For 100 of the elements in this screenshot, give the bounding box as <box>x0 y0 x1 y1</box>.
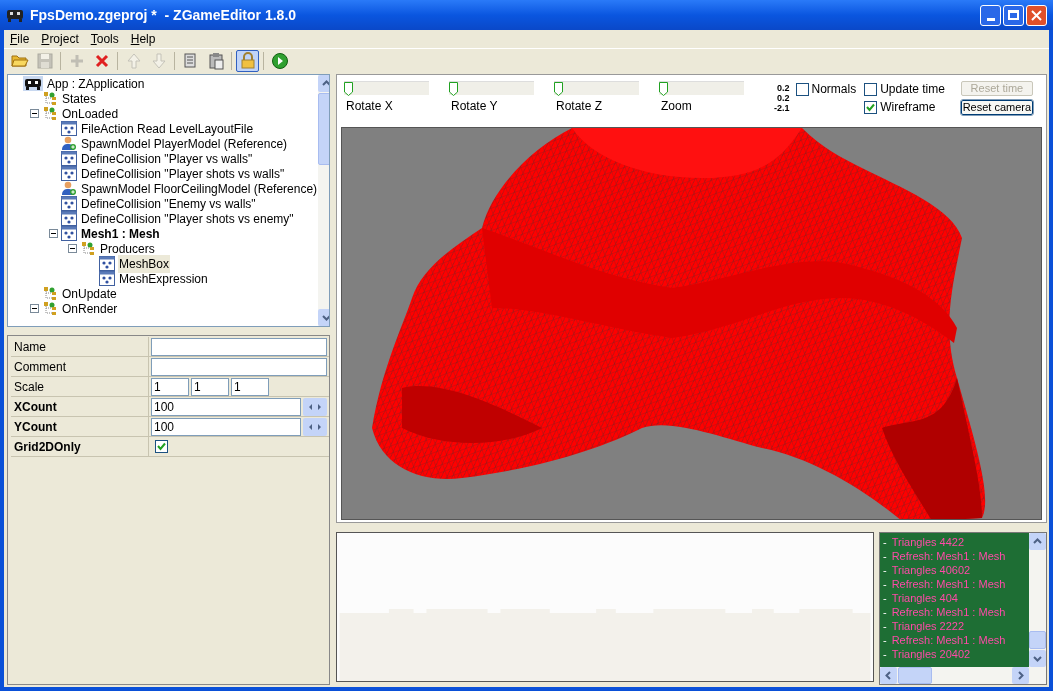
collapse-icon[interactable] <box>30 109 39 118</box>
checkbox-option[interactable]: Wireframe <box>864 99 945 115</box>
hierarchy-icon <box>42 91 58 106</box>
collapse-icon[interactable] <box>30 304 39 313</box>
slider-thumb[interactable] <box>659 82 668 96</box>
log-line: Triangles 40602 <box>891 563 971 577</box>
component-icon <box>61 166 77 181</box>
component-icon <box>61 196 77 211</box>
log-line: Triangles 404 <box>891 591 958 605</box>
collapse-icon[interactable] <box>68 244 77 253</box>
log-line: Triangles 20402 <box>891 647 971 661</box>
checkbox-option[interactable]: Normals <box>795 81 857 97</box>
vertical-scrollbar[interactable] <box>1029 533 1046 667</box>
horizontal-scrollbar[interactable] <box>880 667 1046 684</box>
bullet: - <box>883 647 887 661</box>
slider[interactable] <box>659 81 744 95</box>
checkbox[interactable] <box>795 82 809 96</box>
tree-item[interactable]: OnUpdate <box>61 284 118 303</box>
component-icon <box>61 151 77 166</box>
clipboard-icon <box>206 52 225 70</box>
scroll-thumb[interactable] <box>1029 631 1046 649</box>
scroll-thumb[interactable] <box>898 667 932 684</box>
input-field[interactable]: 1 <box>191 377 229 396</box>
tree-item[interactable]: App : ZApplication <box>46 75 146 93</box>
bullet: - <box>883 577 887 591</box>
bullet: - <box>883 633 887 647</box>
bullet: - <box>883 535 887 549</box>
log-line: Refresh: Mesh1 : Mesh <box>891 605 1006 619</box>
slider-label: Rotate Y <box>450 98 499 115</box>
scroll-right-button[interactable] <box>1012 667 1029 684</box>
log-line: Refresh: Mesh1 : Mesh <box>891 633 1006 647</box>
log-line: Refresh: Mesh1 : Mesh <box>891 549 1006 563</box>
input-field[interactable]: 1 <box>151 377 189 396</box>
component-icon <box>99 256 115 271</box>
folder-icon <box>10 52 29 70</box>
component-icon <box>61 226 77 241</box>
collapse-icon[interactable] <box>49 229 58 238</box>
close-button[interactable] <box>1026 4 1047 26</box>
checkbox[interactable] <box>864 82 878 96</box>
left-right-arrows-icon <box>307 422 323 431</box>
slider[interactable] <box>344 81 429 95</box>
bullet: - <box>883 605 887 619</box>
component-icon <box>99 271 115 286</box>
tree-item[interactable]: MeshBox <box>118 254 171 273</box>
person-icon <box>61 136 77 151</box>
hierarchy-icon <box>42 286 58 301</box>
scroll-up-button[interactable] <box>1029 533 1046 550</box>
menu-item[interactable]: Project <box>41 30 79 48</box>
property-label: YCount <box>11 417 149 436</box>
checkbox-option[interactable]: Update time <box>864 81 945 97</box>
menu-item[interactable]: Help <box>130 30 156 48</box>
padlock-icon <box>238 52 257 70</box>
readout-value: 0.2 <box>777 93 790 103</box>
hierarchy-icon <box>80 241 96 256</box>
log-line: Refresh: Mesh1 : Mesh <box>891 577 1006 591</box>
input-field[interactable]: 1 <box>231 377 269 396</box>
bullet: - <box>883 563 887 577</box>
bullet: - <box>883 591 887 605</box>
checkbox[interactable] <box>864 100 878 114</box>
input-field[interactable]: 100 <box>151 397 301 416</box>
window-title: FpsDemo.zgeproj * - ZGameEditor 1.8.0 <box>30 5 298 25</box>
slider-thumb[interactable] <box>554 82 563 96</box>
reset-button[interactable]: Reset camera <box>960 100 1033 115</box>
property-label: Grid2DOnly <box>11 437 149 456</box>
property-label: Comment <box>11 357 149 376</box>
save-icon <box>35 52 54 70</box>
component-icon <box>61 121 77 136</box>
slider-thumb[interactable] <box>344 82 353 96</box>
menu-item[interactable]: Tools <box>90 30 119 48</box>
minimize-button[interactable] <box>980 4 1001 26</box>
slider-thumb[interactable] <box>449 82 458 96</box>
checkbox[interactable] <box>155 440 168 453</box>
component-icon <box>61 211 77 226</box>
scroll-down-button[interactable] <box>1029 650 1046 667</box>
close-icon <box>1031 9 1042 21</box>
spin-button[interactable] <box>303 417 327 436</box>
spin-button[interactable] <box>303 397 327 416</box>
person-icon <box>61 181 77 196</box>
log-line: Triangles 2222 <box>891 619 965 633</box>
property-label: Name <box>11 337 149 356</box>
hierarchy-icon <box>42 301 58 316</box>
slider[interactable] <box>449 81 534 95</box>
hierarchy-icon <box>42 106 58 121</box>
bullet: - <box>883 549 887 563</box>
slider[interactable] <box>554 81 639 95</box>
app-icon <box>6 8 24 22</box>
log-line: Triangles 4422 <box>891 535 965 549</box>
toolbar-button[interactable] <box>236 50 259 72</box>
scroll-left-button[interactable] <box>880 667 897 684</box>
maximize-button[interactable] <box>1003 4 1024 26</box>
input-field[interactable] <box>151 357 327 376</box>
readout-value: -2.1 <box>774 103 790 113</box>
left-right-arrows-icon <box>307 402 323 411</box>
menu-item[interactable]: File <box>10 30 30 48</box>
input-field[interactable] <box>151 337 327 356</box>
bullet: - <box>883 619 887 633</box>
slider-label: Zoom <box>660 98 693 115</box>
readout-value: 0.2 <box>777 83 790 93</box>
input-field[interactable]: 100 <box>151 417 301 436</box>
slider-label: Rotate Z <box>555 98 604 115</box>
